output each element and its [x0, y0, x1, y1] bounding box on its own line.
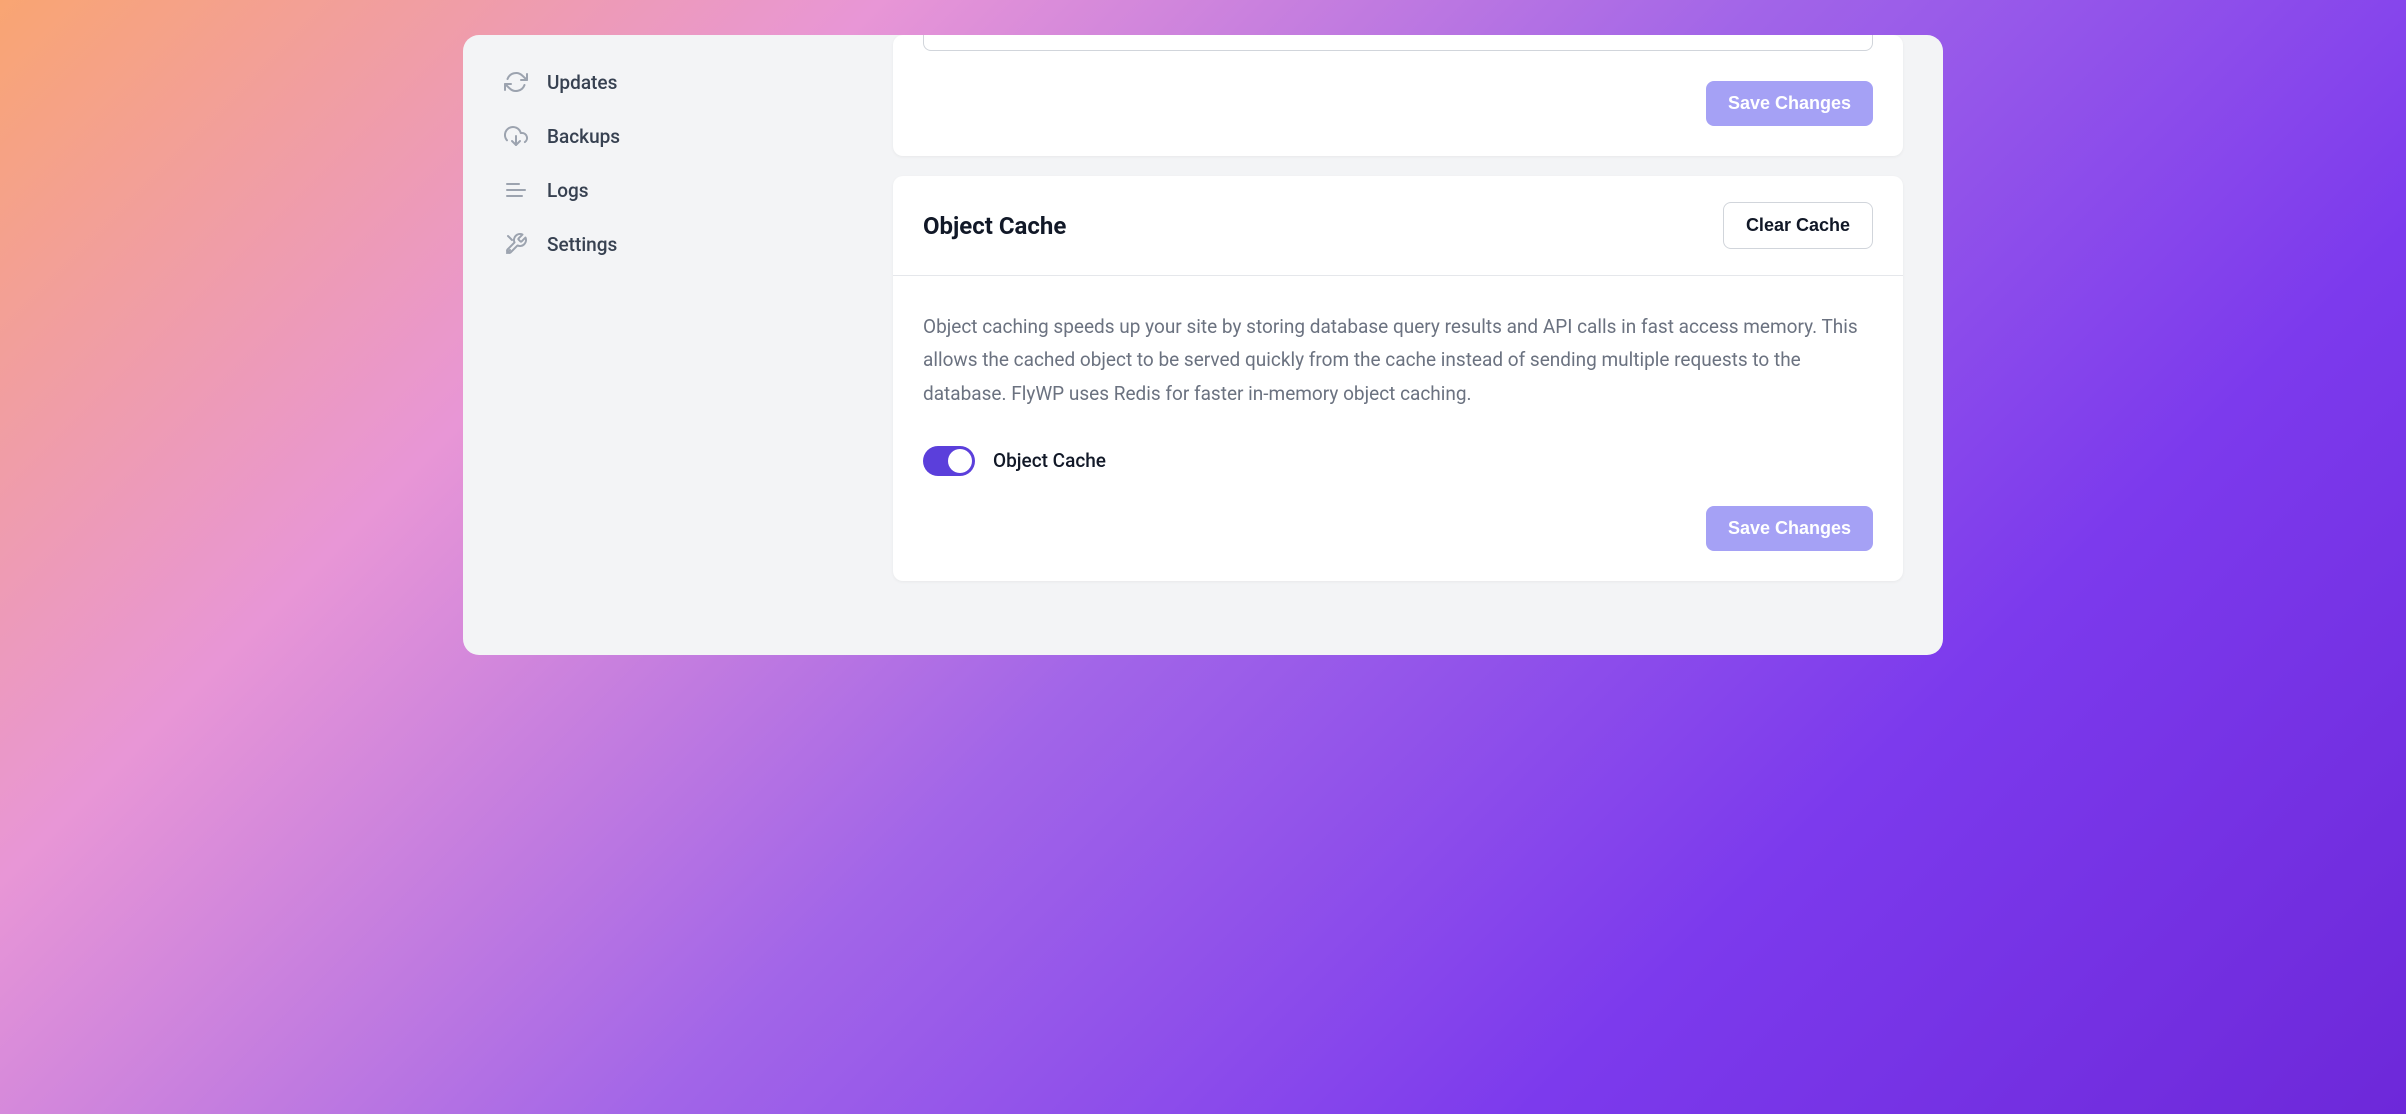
refresh-icon: [503, 69, 529, 95]
sidebar: Updates Backups Logs Settings: [463, 35, 893, 655]
sidebar-item-label: Settings: [547, 233, 617, 256]
toggle-label: Object Cache: [993, 449, 1106, 472]
toggle-knob: [948, 449, 972, 473]
app-container: Updates Backups Logs Settings Save: [463, 35, 1943, 655]
sidebar-item-label: Updates: [547, 71, 617, 94]
sidebar-item-label: Backups: [547, 125, 620, 148]
input-field-partial[interactable]: [923, 35, 1873, 51]
card-title: Object Cache: [923, 212, 1066, 240]
object-cache-toggle[interactable]: [923, 446, 975, 476]
card-actions: Save Changes: [923, 506, 1873, 551]
settings-card-top: Save Changes: [893, 35, 1903, 156]
toggle-row: Object Cache: [923, 446, 1873, 476]
clear-cache-button[interactable]: Clear Cache: [1723, 202, 1873, 249]
card-actions: Save Changes: [923, 81, 1873, 126]
cloud-download-icon: [503, 123, 529, 149]
sidebar-item-backups[interactable]: Backups: [493, 109, 863, 163]
tools-icon: [503, 231, 529, 257]
main-content: Save Changes Object Cache Clear Cache Ob…: [893, 35, 1943, 655]
save-changes-button[interactable]: Save Changes: [1706, 81, 1873, 126]
card-description: Object caching speeds up your site by st…: [923, 310, 1873, 410]
sidebar-item-settings[interactable]: Settings: [493, 217, 863, 271]
card-header: Object Cache Clear Cache: [893, 176, 1903, 276]
sidebar-item-logs[interactable]: Logs: [493, 163, 863, 217]
list-icon: [503, 177, 529, 203]
object-cache-card: Object Cache Clear Cache Object caching …: [893, 176, 1903, 581]
sidebar-item-updates[interactable]: Updates: [493, 55, 863, 109]
save-changes-button[interactable]: Save Changes: [1706, 506, 1873, 551]
sidebar-item-label: Logs: [547, 179, 589, 202]
card-body: Object caching speeds up your site by st…: [893, 276, 1903, 581]
